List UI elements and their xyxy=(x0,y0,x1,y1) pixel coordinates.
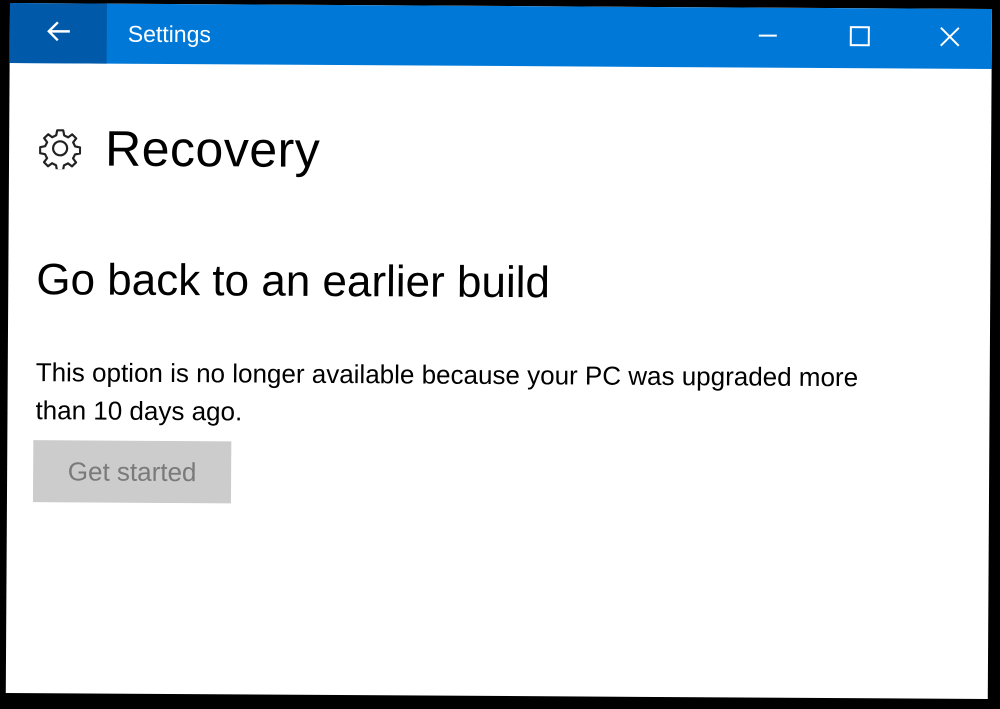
settings-window: Settings Recovery Go back to an earlier … xyxy=(5,3,992,699)
window-title: Settings xyxy=(127,20,212,48)
page-header: Recovery xyxy=(37,113,321,185)
gear-icon xyxy=(37,125,83,171)
maximize-button[interactable] xyxy=(814,8,906,69)
section-title: Go back to an earlier build xyxy=(36,255,551,308)
page-title: Recovery xyxy=(104,120,321,178)
section-description: This option is no longer available becau… xyxy=(35,357,859,427)
close-button[interactable] xyxy=(904,8,992,69)
get-started-button[interactable]: Get started xyxy=(32,440,232,504)
arrow-left-icon xyxy=(45,20,71,47)
back-button[interactable] xyxy=(9,3,107,64)
minimize-icon xyxy=(757,24,779,51)
minimize-button[interactable] xyxy=(722,7,814,68)
maximize-icon xyxy=(849,25,871,52)
close-icon xyxy=(939,25,961,52)
title-bar: Settings xyxy=(9,3,992,69)
